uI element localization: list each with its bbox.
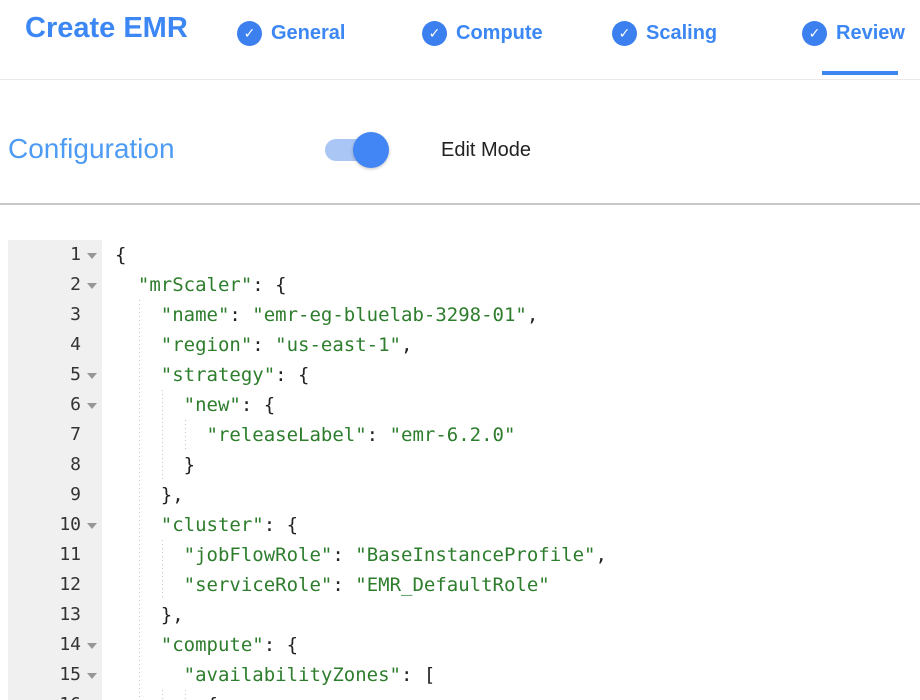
create-emr-page: Create EMR ✓ General ✓ Compute ✓ Scaling ✓ Revi… — [0, 0, 920, 700]
line-number: 7 — [70, 420, 81, 450]
line-number: 4 — [70, 330, 81, 360]
json-config-editor[interactable]: 12345678910111213141516 { "mrScaler": { … — [8, 240, 920, 700]
line-number: 16 — [59, 690, 81, 700]
step-compute[interactable]: ✓ Compute — [422, 20, 543, 46]
code-line[interactable]: "region": "us-east-1", — [102, 330, 920, 360]
fold-toggle-icon[interactable] — [84, 397, 100, 413]
gutter-row: 7 — [8, 420, 102, 450]
indent-guide — [162, 390, 163, 480]
indent-guide — [162, 690, 163, 700]
active-tab-underline — [822, 71, 898, 75]
line-number: 2 — [70, 270, 81, 300]
gutter-row: 14 — [8, 630, 102, 660]
gutter-row: 9 — [8, 480, 102, 510]
line-number: 10 — [59, 510, 81, 540]
code-line[interactable]: "availabilityZones": [ — [102, 660, 920, 690]
line-number: 11 — [59, 540, 81, 570]
code-line[interactable]: "mrScaler": { — [102, 270, 920, 300]
configuration-section-title: Configuration — [8, 133, 175, 165]
line-number: 1 — [70, 240, 81, 270]
code-line[interactable]: "serviceRole": "EMR_DefaultRole" — [102, 570, 920, 600]
check-icon: ✓ — [612, 21, 637, 46]
indent-guide — [139, 300, 140, 700]
fold-toggle-icon[interactable] — [84, 367, 100, 383]
toggle-knob-icon — [353, 132, 389, 168]
line-number: 6 — [70, 390, 81, 420]
editor-gutter: 12345678910111213141516 — [8, 240, 102, 700]
step-label: Review — [836, 22, 905, 45]
indent-guide — [162, 540, 163, 600]
gutter-row: 6 — [8, 390, 102, 420]
gutter-row: 16 — [8, 690, 102, 700]
gutter-row: 8 — [8, 450, 102, 480]
gutter-row: 10 — [8, 510, 102, 540]
fold-toggle-icon[interactable] — [84, 637, 100, 653]
check-icon: ✓ — [422, 21, 447, 46]
line-number: 3 — [70, 300, 81, 330]
gutter-row: 13 — [8, 600, 102, 630]
fold-toggle-icon[interactable] — [84, 517, 100, 533]
indent-guide — [185, 420, 186, 450]
line-number: 5 — [70, 360, 81, 390]
edit-mode-toggle[interactable] — [325, 139, 389, 161]
code-line[interactable]: { — [102, 690, 920, 700]
check-icon: ✓ — [802, 21, 827, 46]
code-line[interactable]: "compute": { — [102, 630, 920, 660]
gutter-row: 15 — [8, 660, 102, 690]
check-icon: ✓ — [237, 21, 262, 46]
code-line[interactable]: { — [102, 240, 920, 270]
code-line[interactable]: "cluster": { — [102, 510, 920, 540]
fold-toggle-icon[interactable] — [84, 277, 100, 293]
code-line[interactable]: "name": "emr-eg-bluelab-3298-01", — [102, 300, 920, 330]
line-number: 12 — [59, 570, 81, 600]
code-line[interactable]: "new": { — [102, 390, 920, 420]
gutter-row: 3 — [8, 300, 102, 330]
line-number: 8 — [70, 450, 81, 480]
line-number: 13 — [59, 600, 81, 630]
edit-mode-label: Edit Mode — [441, 139, 531, 162]
gutter-row: 12 — [8, 570, 102, 600]
indent-guide — [185, 690, 186, 700]
code-line[interactable]: "strategy": { — [102, 360, 920, 390]
gutter-row: 5 — [8, 360, 102, 390]
gutter-row: 2 — [8, 270, 102, 300]
code-line[interactable]: "releaseLabel": "emr-6.2.0" — [102, 420, 920, 450]
gutter-row: 1 — [8, 240, 102, 270]
fold-toggle-icon[interactable] — [84, 247, 100, 263]
editor-code-area[interactable]: { "mrScaler": { "name": "emr-eg-bluelab-… — [102, 240, 920, 700]
line-number: 14 — [59, 630, 81, 660]
gutter-row: 4 — [8, 330, 102, 360]
step-label: General — [271, 22, 345, 45]
section-divider — [0, 203, 920, 205]
code-line[interactable]: }, — [102, 600, 920, 630]
wizard-header: Create EMR ✓ General ✓ Compute ✓ Scaling ✓ Revi… — [0, 0, 920, 80]
step-label: Scaling — [646, 22, 717, 45]
gutter-row: 11 — [8, 540, 102, 570]
page-title: Create EMR — [25, 12, 188, 45]
fold-toggle-icon[interactable] — [84, 667, 100, 683]
step-general[interactable]: ✓ General — [237, 20, 345, 46]
step-label: Compute — [456, 22, 543, 45]
line-number: 9 — [70, 480, 81, 510]
step-review[interactable]: ✓ Review — [802, 20, 905, 46]
step-scaling[interactable]: ✓ Scaling — [612, 20, 717, 46]
line-number: 15 — [59, 660, 81, 690]
code-line[interactable]: "jobFlowRole": "BaseInstanceProfile", — [102, 540, 920, 570]
code-line[interactable]: } — [102, 450, 920, 480]
code-line[interactable]: }, — [102, 480, 920, 510]
